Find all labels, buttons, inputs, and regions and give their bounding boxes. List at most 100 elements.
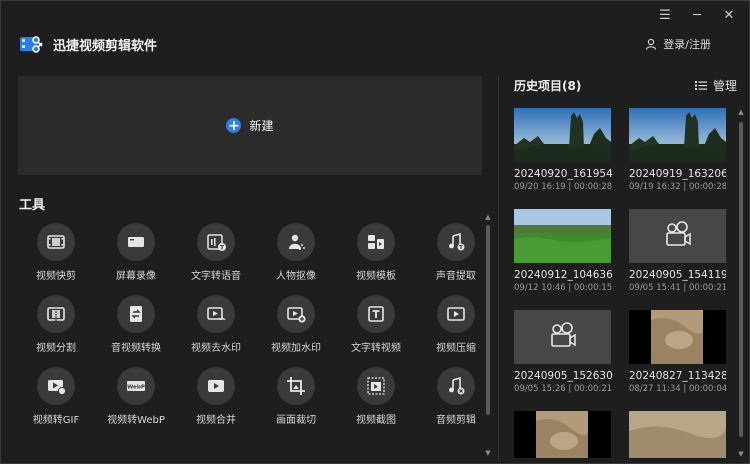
screenshot-icon: [357, 367, 395, 405]
history-item-meta: 09/12 10:46 | 00:00:15: [514, 283, 613, 293]
history-item[interactable]: 20240920_161954 09/20 16:19 | 00:00:28: [514, 108, 613, 192]
tool-label: 视频截图: [356, 415, 396, 426]
history-thumbnail[interactable]: [629, 310, 726, 364]
history-scrollbar[interactable]: ▲ ▼: [737, 108, 745, 458]
tool-label: 画面裁切: [276, 415, 316, 426]
tool-item[interactable]: 视频去水印: [176, 295, 256, 354]
history-thumbnail[interactable]: [629, 108, 726, 162]
tool-item[interactable]: 视频转GIF: [16, 367, 96, 426]
audio-extract-icon: T: [437, 223, 475, 261]
tool-label: 视频压缩: [436, 343, 476, 354]
audio-cut-icon: [437, 367, 475, 405]
scroll-thumb[interactable]: [739, 122, 743, 437]
history-thumbnail[interactable]: [514, 411, 611, 458]
split-icon: [37, 295, 75, 333]
history-item-meta: 09/20 16:19 | 00:00:28: [514, 182, 613, 192]
tool-item[interactable]: 屏幕录像: [96, 223, 176, 282]
menu-icon[interactable]: ☰: [657, 7, 673, 23]
crop-icon: [277, 367, 315, 405]
tool-label: 文字转语音: [191, 271, 241, 282]
convert-icon: [117, 295, 155, 333]
tool-item[interactable]: T 文字转语音: [176, 223, 256, 282]
history-item[interactable]: 20240919_163206 09/19 16:32 | 00:00:28: [629, 108, 726, 192]
add-watermark-icon: [277, 295, 315, 333]
tool-label: 视频模板: [356, 271, 396, 282]
tool-item[interactable]: 视频截图: [336, 367, 416, 426]
tool-label: 视频合并: [196, 415, 236, 426]
tool-item[interactable]: 视频分割: [16, 295, 96, 354]
scroll-down-icon[interactable]: ▼: [737, 450, 745, 458]
panel-divider: [498, 76, 499, 461]
history-item[interactable]: 20240827_113428 08/27 11:34 | 00:00:04: [629, 310, 726, 394]
history-item-name: 20240905_152630: [514, 370, 613, 382]
history-item[interactable]: [629, 411, 726, 458]
history-item-meta: 09/05 15:26 | 00:00:21: [514, 384, 613, 394]
tool-label: 视频转GIF: [32, 415, 80, 426]
tools-grid: 视频快剪 屏幕录像 T 文字转语音 人物抠像 视频模板 T 声音提取 视频分割 音视…: [16, 223, 482, 426]
close-icon[interactable]: ✕: [721, 7, 737, 23]
user-icon: [646, 38, 657, 50]
tool-item[interactable]: 视频加水印: [256, 295, 336, 354]
history-item[interactable]: 20240905_154119 09/05 15:41 | 00:00:21: [629, 209, 726, 293]
tool-item[interactable]: 人物抠像: [256, 223, 336, 282]
history-item-name: 20240919_163206: [629, 168, 726, 180]
template-icon: [357, 223, 395, 261]
scroll-down-icon[interactable]: ▼: [484, 449, 492, 457]
screen-record-icon: [117, 223, 155, 261]
webp-icon: WebP: [117, 367, 155, 405]
svg-text:WebP: WebP: [127, 384, 145, 390]
tool-label: 视频快剪: [36, 271, 76, 282]
history-item[interactable]: 20240905_152630 09/05 15:26 | 00:00:21: [514, 310, 613, 394]
minimize-icon[interactable]: ─: [689, 7, 705, 23]
tool-item[interactable]: WebP 视频转WebP: [96, 367, 176, 426]
tools-scrollbar[interactable]: ▲ ▼: [484, 213, 492, 457]
scroll-up-icon[interactable]: ▲: [484, 213, 492, 221]
tool-label: 声音提取: [436, 271, 476, 282]
history-thumbnail[interactable]: [514, 310, 611, 364]
tool-label: 音视频转换: [111, 343, 161, 354]
history-thumbnail[interactable]: [514, 108, 611, 162]
new-project-label: 新建: [249, 119, 274, 133]
tool-item[interactable]: 文字转视频: [336, 295, 416, 354]
tool-item[interactable]: 视频模板: [336, 223, 416, 282]
history-thumbnail[interactable]: [629, 411, 726, 458]
text-to-video-icon: [357, 295, 395, 333]
history-item-name: 20240920_161954: [514, 168, 613, 180]
app-window: ☰ ─ ✕ 迅捷视频剪辑软件 登录/注册 + 新建 工具 视频快剪 屏幕录像 T …: [0, 0, 750, 464]
tool-label: 屏幕录像: [116, 271, 156, 282]
scroll-thumb[interactable]: [486, 225, 490, 415]
history-thumbnail[interactable]: [629, 209, 726, 263]
history-item[interactable]: 20240912_104636 09/12 10:46 | 00:00:15: [514, 209, 613, 293]
text-to-speech-icon: T: [197, 223, 235, 261]
person-cutout-icon: [277, 223, 315, 261]
history-item-name: 20240827_113428: [629, 370, 726, 382]
tool-item[interactable]: 画面裁切: [256, 367, 336, 426]
scroll-up-icon[interactable]: ▲: [737, 108, 745, 116]
svg-text:T: T: [459, 245, 463, 251]
history-item-name: 20240912_104636: [514, 269, 613, 281]
tool-label: 文字转视频: [351, 343, 401, 354]
compress-icon: [437, 295, 475, 333]
history-thumbnail[interactable]: [514, 209, 611, 263]
tool-item[interactable]: 视频合并: [176, 367, 256, 426]
new-project-button[interactable]: + 新建: [18, 76, 482, 175]
history-item-meta: 09/19 16:32 | 00:00:28: [629, 182, 726, 192]
tool-label: 人物抠像: [276, 271, 316, 282]
history-item[interactable]: [514, 411, 611, 458]
login-label: 登录/注册: [663, 38, 711, 51]
film-icon: [37, 223, 75, 261]
remove-watermark-icon: [197, 295, 235, 333]
plus-icon: +: [226, 117, 242, 134]
history-item-meta: 08/27 11:34 | 00:00:04: [629, 384, 726, 394]
tool-label: 视频加水印: [271, 343, 321, 354]
manage-button[interactable]: 管理: [695, 77, 737, 94]
tool-label: 视频转WebP: [107, 415, 165, 426]
app-logo-icon: [20, 36, 43, 53]
login-button[interactable]: 登录/注册: [645, 36, 711, 52]
app-header: 迅捷视频剪辑软件: [19, 33, 157, 55]
tool-item[interactable]: 音视频转换: [96, 295, 176, 354]
app-title: 迅捷视频剪辑软件: [53, 38, 158, 54]
tool-item[interactable]: 视频快剪: [16, 223, 96, 282]
history-item-name: 20240905_154119: [629, 269, 726, 281]
list-icon: [695, 81, 707, 90]
